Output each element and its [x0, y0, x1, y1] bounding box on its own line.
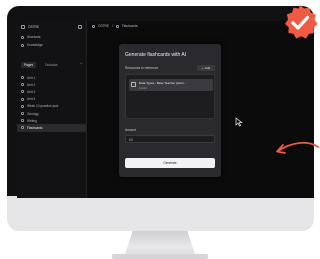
page-icon — [21, 119, 24, 123]
reference-item[interactable]: Data Types - Base Teacher (learn... Fold… — [129, 79, 213, 91]
page-item-geology[interactable]: Geology — [17, 110, 86, 117]
references-list: Data Types - Base Teacher (learn... Fold… — [125, 74, 215, 119]
page-item-label: Week 10 practice quiz — [27, 104, 59, 109]
page-item-label: Flashcards — [27, 125, 43, 130]
breadcrumb: OSTRE / Flashcards — [92, 24, 137, 28]
page-item-label: Unit 1 — [27, 75, 36, 80]
page-icon — [21, 76, 24, 80]
page-item-label: Unit 4 — [27, 97, 36, 102]
generate-button[interactable]: Generate — [125, 158, 215, 168]
flashcards-icon — [115, 24, 119, 28]
mouse-cursor-icon — [235, 117, 243, 127]
tab-outlooks[interactable]: Outlooks — [42, 62, 61, 68]
plus-icon: + — [201, 66, 204, 70]
sidebar-item-shortcuts[interactable]: Shortcuts — [17, 33, 86, 41]
dialog-title: Generate flashcards with AI — [125, 52, 187, 58]
tab-pages[interactable]: Pages — [21, 62, 37, 68]
book-icon — [21, 43, 24, 47]
page-item-flashcards[interactable]: Flashcards — [17, 124, 86, 132]
sidebar-toggle-icon[interactable] — [78, 25, 82, 29]
references-label: Resources to reference — [125, 66, 159, 70]
breadcrumb-page[interactable]: Flashcards — [122, 24, 138, 28]
generate-flashcards-dialog: Generate flashcards with AI Resources to… — [119, 44, 221, 177]
page-item-unit-2[interactable]: Unit 2 — [17, 81, 86, 88]
checkmark-badge-icon — [285, 5, 318, 39]
page-item-unit-3[interactable]: Unit 3 — [17, 88, 86, 95]
reference-name: Data Types - Base Teacher (learn... — [139, 81, 187, 85]
page-icon — [21, 90, 24, 94]
page-icon — [21, 83, 24, 87]
add-reference-label: Add — [204, 66, 211, 70]
workspace-name: OSTRE — [28, 25, 39, 29]
page-item-writing[interactable]: Writing — [17, 117, 86, 124]
page-icon — [21, 104, 24, 108]
page-item-label: Unit 3 — [27, 89, 36, 94]
sidebar-tabs: Pages Outlooks + — [17, 59, 86, 71]
page-item-unit-4[interactable]: Unit 4 — [17, 96, 86, 103]
workspace-icon — [21, 25, 25, 29]
grid-icon — [21, 35, 24, 39]
sidebar-item-knowledge[interactable]: Knowledge — [17, 41, 86, 49]
breadcrumb-separator: / — [111, 24, 113, 28]
page-icon — [21, 126, 24, 130]
folder-icon — [131, 81, 136, 87]
page-item-label: Unit 2 — [27, 82, 36, 87]
page-item-week-10-quiz[interactable]: Week 10 practice quiz — [17, 103, 86, 110]
reference-type: Folder — [139, 86, 147, 90]
add-reference-button[interactable]: + Add — [197, 65, 215, 71]
add-page-icon[interactable]: + — [80, 62, 82, 68]
arrow-icon — [276, 141, 319, 154]
page-item-label: Geology — [27, 111, 39, 116]
page-icon — [21, 112, 24, 116]
amount-label: Amount — [125, 128, 136, 132]
amount-input[interactable]: 10 — [125, 135, 215, 143]
sidebar: OSTRE Shortcuts Knowledge Pages Outlooks… — [17, 21, 87, 198]
monitor-chin — [7, 196, 314, 231]
sidebar-item-label: Shortcuts — [27, 35, 41, 39]
sidebar-item-label: Knowledge — [27, 43, 43, 47]
monitor-stand-base — [112, 254, 208, 259]
page-item-label: Writing — [27, 118, 37, 123]
page-list: Unit 1 Unit 2 Unit 3 Unit 4 Week 10 prac… — [17, 74, 86, 132]
workspace-icon — [92, 24, 95, 28]
page-item-unit-1[interactable]: Unit 1 — [17, 74, 86, 81]
workspace-switcher[interactable]: OSTRE — [17, 21, 86, 33]
breadcrumb-workspace[interactable]: OSTRE — [98, 24, 109, 28]
page-icon — [21, 97, 24, 101]
